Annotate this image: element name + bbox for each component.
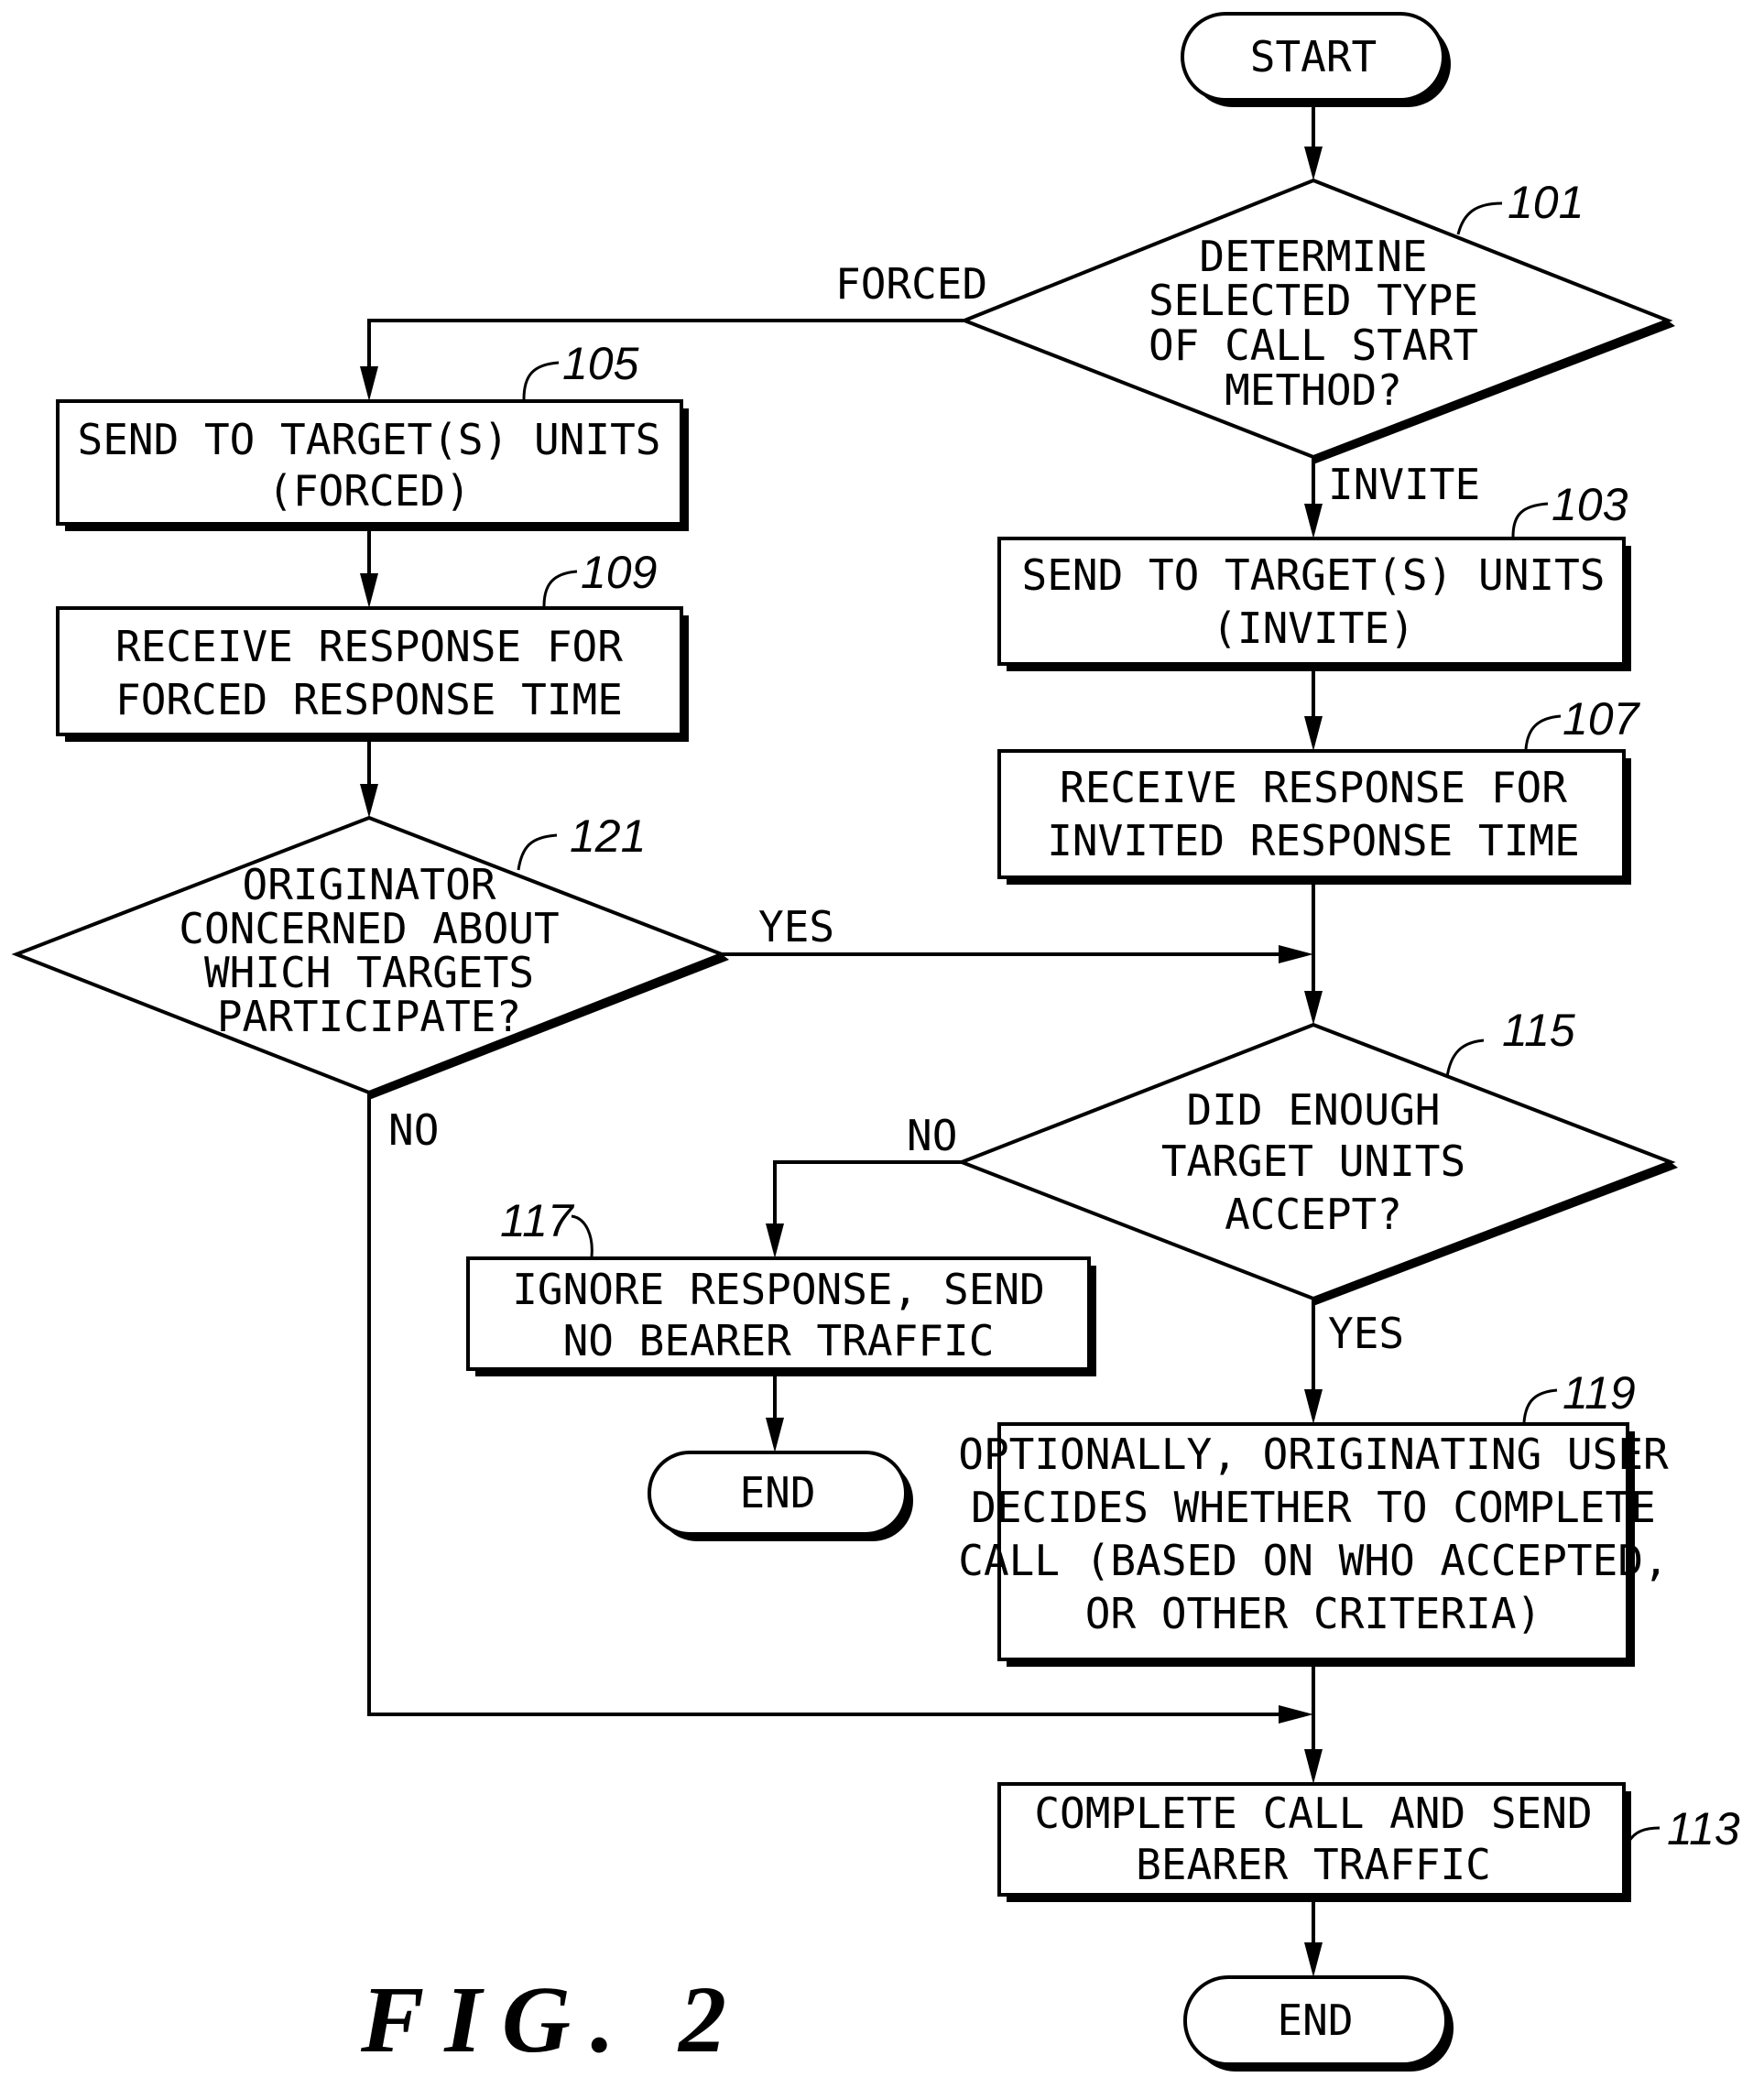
node-label: DID ENOUGH [1187,1085,1441,1135]
process-113: COMPLETE CALL AND SEND BEARER TRAFFIC 11… [997,1782,1740,1902]
process-117: IGNORE RESPONSE, SEND NO BEARER TRAFFIC … [466,1195,1096,1376]
edge-label-no-121: NO [388,1105,439,1155]
edge-115-no-117 [773,1160,962,1231]
node-label: OF CALL START [1149,321,1478,370]
edge-label-yes-121: YES [758,902,834,952]
node-label: DECIDES WHETHER TO COMPLETE [971,1483,1656,1532]
node-label: ORIGINATOR [243,860,496,909]
node-label: PARTICIPATE? [217,992,521,1041]
node-label: DETERMINE [1199,232,1427,281]
node-label: RECEIVE RESPONSE FOR [1060,763,1567,812]
node-label: OR OTHER CRITERIA) [1085,1589,1542,1638]
ref-leader [1511,502,1549,538]
edge-label-no-115: NO [907,1111,957,1160]
ref-leader [1445,1039,1485,1078]
ref-leader [1627,1826,1661,1843]
ref-leader [522,361,560,400]
arrowhead [766,1418,784,1452]
decision-121: ORIGINATOR CONCERNED ABOUT WHICH TARGETS… [11,810,729,1100]
edge-label-forced: FORCED [835,259,987,309]
edge-label-yes-115: YES [1328,1309,1404,1358]
arrowhead [1304,1942,1323,1977]
edge-label-invite: INVITE [1328,460,1480,509]
node-label: TARGET UNITS [1161,1136,1465,1186]
node-label: (FORCED) [267,466,471,516]
ref-leader [542,570,578,607]
node-label: FORCED RESPONSE TIME [115,675,623,724]
start-terminal: START [1181,12,1451,107]
ref-leader [1524,714,1562,750]
arrowhead [360,366,378,401]
arrowhead [1304,504,1323,538]
ref-number: 105 [562,338,639,389]
ref-leader [517,833,558,871]
ref-leader [571,1214,593,1257]
node-label: WHICH TARGETS [204,948,534,997]
ref-number: 121 [570,810,646,862]
ref-number: 113 [1667,1803,1740,1854]
arrowhead [766,1223,784,1258]
ref-number: 107 [1563,693,1641,745]
ref-number: 109 [581,547,657,598]
node-label: INVITED RESPONSE TIME [1047,816,1580,865]
arrowhead [1304,1749,1323,1784]
node-label: END [739,1468,815,1517]
decision-101: DETERMINE SELECTED TYPE OF CALL START ME… [959,177,1675,464]
arrowhead [1279,1705,1313,1724]
ref-number: 103 [1552,479,1628,530]
arrowhead [1304,716,1323,751]
node-label: CONCERNED ABOUT [179,904,559,953]
node-label: END [1277,1996,1353,2045]
node-label: SEND TO TARGET(S) UNITS [1022,550,1606,600]
end-terminal-left: END [648,1451,913,1541]
ref-leader [1456,201,1503,235]
ref-number: 101 [1508,177,1584,228]
node-label: SELECTED TYPE [1149,276,1478,325]
figure-caption: FIG. 2 [360,1967,746,2072]
node-label: BEARER TRAFFIC [1136,1840,1491,1889]
node-label: OPTIONALLY, ORIGINATING USER [958,1430,1669,1479]
node-label: RECEIVE RESPONSE FOR [115,622,623,671]
flowchart: FORCED INVITE YES NO NO YES START DETERM… [11,12,1740,2072]
arrowhead [1279,945,1313,963]
arrowhead [360,784,378,818]
node-label: NO BEARER TRAFFIC [563,1316,995,1365]
node-label: IGNORE RESPONSE, SEND [512,1265,1045,1314]
ref-number: 115 [1502,1005,1575,1056]
arrowhead [1304,991,1323,1025]
edge-101-105-forced [367,319,964,374]
node-label: METHOD? [1225,365,1402,415]
end-terminal-bottom: END [1183,1975,1454,2072]
arrowhead [360,573,378,608]
arrowhead [1304,1389,1323,1424]
node-label: SEND TO TARGET(S) UNITS [78,415,661,464]
ref-leader [1522,1388,1558,1423]
node-label: CALL (BASED ON WHO ACCEPTED, [958,1536,1668,1585]
node-label: COMPLETE CALL AND SEND [1034,1789,1592,1838]
ref-number: 119 [1563,1367,1636,1419]
arrowhead [1304,147,1323,180]
node-label: ACCEPT? [1225,1190,1402,1239]
node-label: (INVITE) [1212,604,1415,653]
node-label: START [1250,32,1377,82]
ref-number: 117 [500,1195,575,1246]
